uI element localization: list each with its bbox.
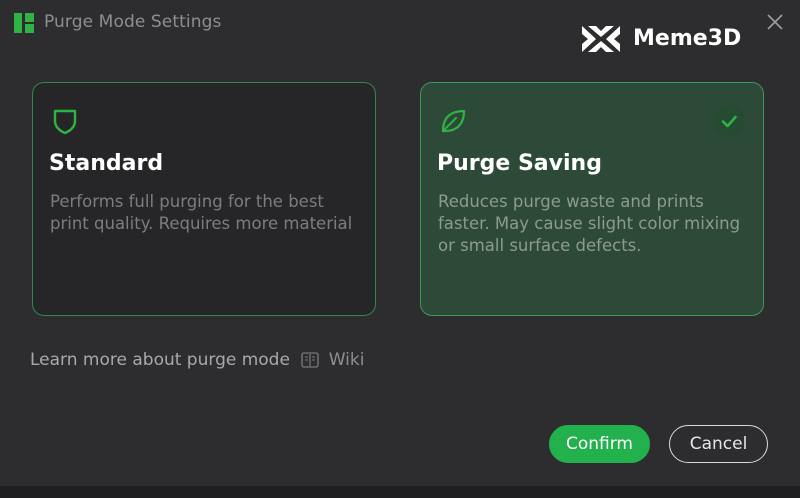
learn-more-text: Learn more about purge mode	[30, 350, 290, 370]
bambu-app-icon	[14, 13, 34, 33]
title-bar: Purge Mode Settings Meme3D	[0, 0, 800, 52]
meme3d-logo-icon	[582, 26, 620, 52]
option-card-standard[interactable]: Standard Performs full purging for the b…	[32, 82, 376, 316]
learn-more-row: Learn more about purge mode Wiki	[30, 350, 364, 376]
selected-check-icon	[713, 105, 745, 137]
cancel-button[interactable]: Cancel	[669, 425, 768, 463]
close-icon[interactable]	[764, 11, 786, 33]
purge-mode-dialog: Purge Mode Settings Meme3D Standard Perf…	[0, 0, 800, 498]
confirm-button[interactable]: Confirm	[549, 425, 650, 463]
brand-name: Meme3D	[633, 26, 742, 51]
option-description: Reduces purge waste and prints faster. M…	[438, 192, 741, 255]
shield-icon	[53, 109, 77, 135]
wiki-book-icon[interactable]	[301, 352, 320, 368]
option-title: Standard	[49, 151, 164, 176]
leaf-icon	[441, 109, 466, 133]
bottom-edge	[0, 486, 800, 498]
wiki-link[interactable]: Wiki	[329, 350, 365, 370]
option-title: Purge Saving	[437, 151, 602, 176]
window-title: Purge Mode Settings	[44, 12, 222, 32]
option-description: Performs full purging for the best print…	[50, 192, 353, 233]
option-card-purge-saving[interactable]: Purge Saving Reduces purge waste and pri…	[420, 82, 764, 316]
brand-logo: Meme3D	[582, 24, 742, 54]
